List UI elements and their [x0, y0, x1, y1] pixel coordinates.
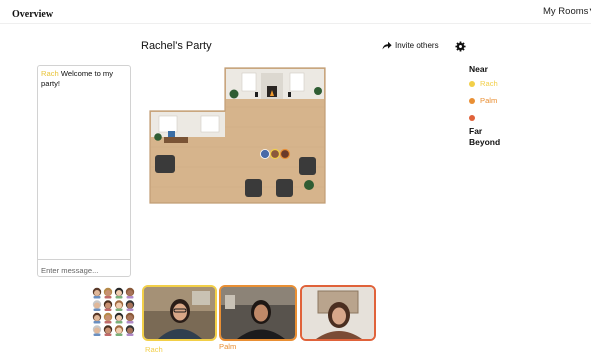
chat-input-row [38, 259, 130, 279]
avatar-option[interactable] [103, 325, 113, 336]
potted-plant [229, 89, 239, 99]
chat-panel: Rach Welcome to my party! [37, 65, 131, 279]
share-arrow-icon [382, 41, 392, 50]
armchair [155, 155, 175, 173]
window [241, 72, 257, 92]
avatar-option[interactable] [114, 312, 124, 324]
overview-link[interactable]: Overview [12, 9, 53, 20]
chat-message-input[interactable] [38, 262, 130, 279]
lamp [288, 92, 291, 97]
video-feed [302, 287, 374, 339]
avatar-option[interactable] [125, 300, 135, 311]
status-dot [469, 114, 475, 121]
video-tile-palm[interactable] [219, 285, 297, 341]
my-rooms-menu[interactable]: My Rooms▼ [543, 6, 591, 17]
proximity-beyond-label: Beyond [469, 137, 501, 147]
app-root: Overview My Rooms▼ Rachel's Party Invite… [0, 0, 591, 354]
avatar-option[interactable] [125, 325, 135, 336]
avatar-option[interactable] [92, 312, 102, 324]
top-divider [0, 23, 591, 24]
potted-plant [304, 180, 314, 190]
desk-monitor [168, 131, 175, 137]
proximity-panel: Near Rach Palm Far Beyond [469, 64, 539, 148]
avatar-picker[interactable] [92, 287, 136, 337]
window [289, 72, 305, 92]
status-dot [469, 80, 475, 87]
video-feed [144, 287, 215, 339]
room-title: Rachel's Party [141, 40, 212, 52]
video-tile-third[interactable] [300, 285, 376, 341]
avatar-option[interactable] [114, 287, 124, 299]
gear-icon[interactable] [455, 41, 466, 52]
armchair [245, 179, 262, 197]
avatar-option[interactable] [103, 300, 113, 311]
avatar-option[interactable] [103, 287, 113, 299]
invite-others-button[interactable]: Invite others [382, 41, 439, 50]
proximity-far-label: Far [469, 126, 483, 136]
video-name-rach: Rach [145, 345, 163, 354]
avatar-option[interactable] [92, 300, 102, 311]
room-map[interactable] [149, 67, 326, 204]
lamp [255, 92, 258, 97]
window [200, 115, 220, 133]
my-rooms-label: My Rooms [543, 6, 589, 17]
potted-plant [314, 87, 322, 95]
armchair [299, 157, 316, 175]
proximity-near-label: Near [469, 64, 488, 74]
avatar-option[interactable] [114, 300, 124, 311]
avatar-option[interactable] [92, 287, 102, 299]
video-name-palm: Palm [219, 342, 237, 351]
desk [164, 137, 188, 143]
chat-message-author: Rach [41, 69, 59, 78]
proximity-person-name: Palm [480, 96, 498, 105]
avatar-option[interactable] [125, 312, 135, 324]
video-feed [221, 287, 295, 339]
proximity-person: Palm [469, 92, 539, 109]
avatar-option[interactable] [103, 312, 113, 324]
armchair [276, 179, 293, 197]
user-avatar-marker [260, 149, 270, 159]
top-bar: Overview My Rooms▼ [0, 0, 591, 22]
proximity-person [469, 109, 539, 126]
potted-plant [154, 133, 162, 141]
chat-message: Rach Welcome to my party! [41, 69, 127, 88]
avatar-option[interactable] [125, 287, 135, 299]
window [158, 115, 178, 133]
proximity-person: Rach [469, 75, 539, 92]
proximity-person-name: Rach [480, 79, 498, 88]
invite-others-label: Invite others [395, 41, 439, 50]
avatar-option[interactable] [114, 325, 124, 336]
avatar-option[interactable] [92, 325, 102, 336]
user-avatar-marker-rach [269, 148, 281, 160]
video-tile-rach[interactable] [142, 285, 217, 341]
status-dot [469, 97, 475, 104]
user-avatar-marker-palm [279, 148, 291, 160]
